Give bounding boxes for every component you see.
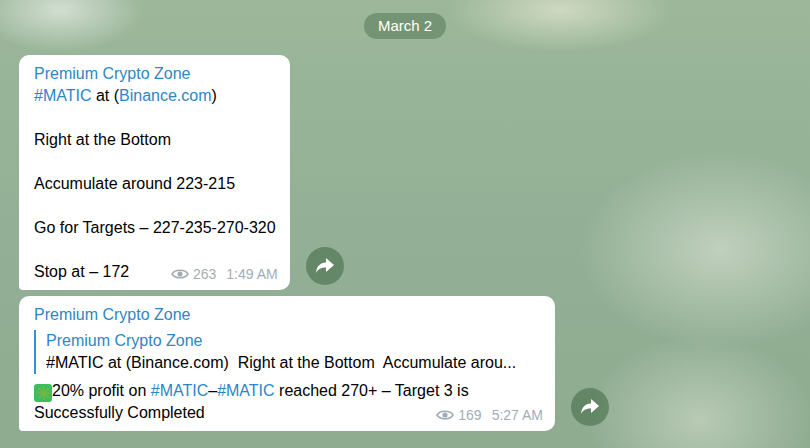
chat-background: March 2 Premium Crypto Zone #MATIC at (B… [0,0,810,448]
meta-spacer [205,417,323,418]
message-meta: 169 5:27 AM [436,405,543,425]
text-run: ) [212,87,217,104]
message-row: Premium Crypto Zone #MATIC at (Binance.c… [19,55,810,290]
emoji: ✳️ [34,384,52,402]
link[interactable]: Binance.com [119,87,212,104]
message-row: Premium Crypto Zone Premium Crypto Zone … [19,296,810,431]
share-button[interactable] [571,388,609,426]
share-button[interactable] [306,247,344,285]
message-time: 1:49 AM [226,264,277,284]
eye-icon [436,409,454,421]
date-badge: March 2 [364,13,446,39]
sender-name[interactable]: Premium Crypto Zone [34,63,276,85]
quote-sender: Premium Crypto Zone [46,330,541,352]
text-run: – [208,382,217,399]
share-arrow-icon [580,398,600,416]
text-run: Accumulate around 223-215 [34,175,235,192]
share-arrow-icon [315,257,335,275]
message-text: Go for Targets – 227-235-270-320 [34,217,276,239]
eye-icon [171,268,189,280]
message-time: 5:27 AM [492,405,543,425]
text-run: Stop at – 172 [34,263,129,280]
message-text: Right at the Bottom [34,129,276,151]
view-count: 169 [458,405,481,425]
view-count: 263 [193,264,216,284]
message-bubble: Premium Crypto Zone Premium Crypto Zone … [19,296,555,431]
reply-quote[interactable]: Premium Crypto Zone #MATIC at (Binance.c… [34,330,541,374]
text-run: Go for Targets – 227-235-270-320 [34,219,276,236]
text-run: 20% profit on [52,382,151,399]
text-run: Right at the Bottom [34,131,171,148]
link[interactable]: #MATIC [34,87,91,104]
message-bubble: Premium Crypto Zone #MATIC at (Binance.c… [19,55,290,290]
message-meta: 263 1:49 AM [171,264,278,284]
link[interactable]: #MATIC [217,382,274,399]
message-text: Accumulate around 223-215 [34,173,276,195]
text-run: at ( [91,87,119,104]
sender-name[interactable]: Premium Crypto Zone [34,304,541,326]
link[interactable]: #MATIC [151,382,208,399]
quote-text: #MATIC at (Binance.com) Right at the Bot… [46,352,541,374]
message-text: #MATIC at (Binance.com) [34,85,276,107]
